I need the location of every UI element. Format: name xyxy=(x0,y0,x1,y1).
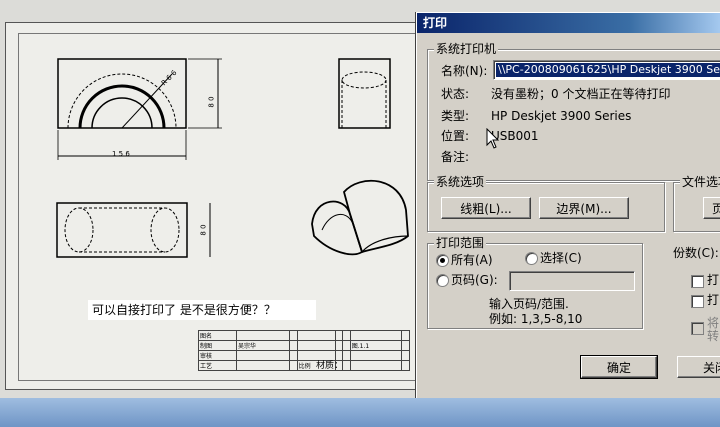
title-block-cell xyxy=(235,350,291,361)
title-block-cell: 吴宗华 xyxy=(235,340,291,351)
title-block-cell xyxy=(342,340,351,351)
title-block-cell xyxy=(235,360,291,371)
title-block-cell xyxy=(235,330,291,341)
title-block-cell xyxy=(401,330,410,341)
front-view-inner-arc xyxy=(91,97,153,129)
title-block-cell xyxy=(342,350,351,361)
title-block: 图名 制图 吴宗华 图.1.1 审核 工艺 比例 xyxy=(198,330,410,382)
option-checkbox-3-label-2: 转 xyxy=(707,329,720,343)
printer-comment-label: 备注: xyxy=(441,150,470,164)
printer-status-value: 没有墨粉；0 个文档正在等待打印 xyxy=(491,87,671,101)
copies-label: 份数(C): xyxy=(673,246,719,260)
range-selection-radio[interactable] xyxy=(525,252,538,265)
mouse-cursor-icon xyxy=(486,128,500,149)
printer-name-value: \\PC-200809061625\HP Deskjet 3900 Series xyxy=(496,63,720,77)
side-view-outline xyxy=(338,58,391,129)
file-options-legend: 文件选项 xyxy=(680,175,720,189)
title-block-cell: 图.1.1 xyxy=(349,340,403,351)
file-options-button[interactable]: 页 xyxy=(703,197,720,219)
title-block-row: 图名 xyxy=(198,330,410,341)
annotation-text: 可以自接打印了 是不是很方便？？ xyxy=(88,300,316,320)
title-block-cell xyxy=(342,360,351,371)
print-dialog: 打印 系统打印机 名称(N): \\PC-200809061625\HP Des… xyxy=(416,12,720,398)
printer-name-label: 名称(N): xyxy=(441,64,488,78)
title-block-cell xyxy=(349,350,403,361)
side-view-hidden-ellipse xyxy=(341,71,387,89)
title-block-cell xyxy=(296,340,336,351)
line-weight-button[interactable]: 线粗(L)... xyxy=(441,197,531,219)
printer-status-label: 状态: xyxy=(441,87,470,101)
printer-type-label: 类型: xyxy=(441,109,470,123)
title-block-cell xyxy=(401,340,410,351)
title-block-cell xyxy=(289,340,298,351)
material-label: 材质： xyxy=(316,361,344,371)
printer-name-select[interactable]: \\PC-200809061625\HP Deskjet 3900 Series xyxy=(493,60,720,80)
title-block-cell xyxy=(296,330,336,341)
pages-input[interactable] xyxy=(509,271,635,291)
printer-group-legend: 系统打印机 xyxy=(434,42,499,56)
title-block-table: 图名 制图 吴宗华 图.1.1 审核 工艺 比例 xyxy=(198,330,410,371)
top-height-dimension-text: 8 0 xyxy=(199,224,208,236)
taskbar-band xyxy=(0,398,720,427)
dialog-title[interactable]: 打印 xyxy=(417,13,720,33)
top-view-outline xyxy=(56,202,188,258)
title-block-cell xyxy=(342,330,351,341)
title-block-cell xyxy=(289,360,298,371)
title-block-cell xyxy=(349,360,403,371)
title-block-cell xyxy=(334,340,344,351)
title-block-cell: 工艺 xyxy=(198,360,237,371)
option-checkbox-1[interactable] xyxy=(691,275,704,288)
option-checkbox-3[interactable] xyxy=(691,322,704,335)
option-checkbox-1-label: 打 xyxy=(707,273,720,287)
height-dimension: 8 0 xyxy=(207,96,216,108)
range-group-legend: 打印范围 xyxy=(434,236,487,250)
title-block-cell: 图名 xyxy=(198,330,237,341)
range-pages-radio[interactable] xyxy=(436,274,449,287)
title-block-row: 制图 吴宗华 图.1.1 xyxy=(198,340,410,351)
title-block-cell xyxy=(349,330,403,341)
range-hint-line2: 例如: 1,3,5-8,10 xyxy=(489,312,583,326)
width-dimension: 1 5 6 xyxy=(112,150,130,158)
title-block-cell: 制图 xyxy=(198,340,237,351)
options-group-legend: 系统选项 xyxy=(434,175,487,189)
title-block-cell xyxy=(401,350,410,361)
range-all-label[interactable]: 所有(A) xyxy=(451,252,493,268)
range-all-radio[interactable] xyxy=(436,254,449,267)
title-block-cell: 审核 xyxy=(198,350,237,361)
title-block-cell xyxy=(334,330,344,341)
margins-button[interactable]: 边界(M)... xyxy=(539,197,629,219)
title-block-cell xyxy=(401,360,410,371)
title-block-row: 审核 xyxy=(198,350,410,361)
option-checkbox-2[interactable] xyxy=(691,295,704,308)
close-button[interactable]: 关闭 xyxy=(677,356,720,378)
printer-type-value: HP Deskjet 3900 Series xyxy=(491,109,632,123)
range-selection-label[interactable]: 选择(C) xyxy=(540,250,582,266)
iso-right-wing xyxy=(343,179,409,254)
top-view-hidden-right xyxy=(150,207,180,253)
title-block-cell xyxy=(289,330,298,341)
option-checkbox-2-label: 打 xyxy=(707,293,720,307)
ok-button[interactable]: 确定 xyxy=(580,355,658,379)
iso-inner-curve xyxy=(321,214,353,231)
range-pages-label[interactable]: 页码(G): xyxy=(451,272,498,288)
title-block-row: 工艺 比例 xyxy=(198,360,410,371)
printer-where-label: 位置: xyxy=(441,129,470,143)
top-view-hidden-left xyxy=(64,207,94,253)
range-hint-line1: 输入页码/范围. xyxy=(489,297,569,311)
title-block-cell xyxy=(289,350,298,361)
